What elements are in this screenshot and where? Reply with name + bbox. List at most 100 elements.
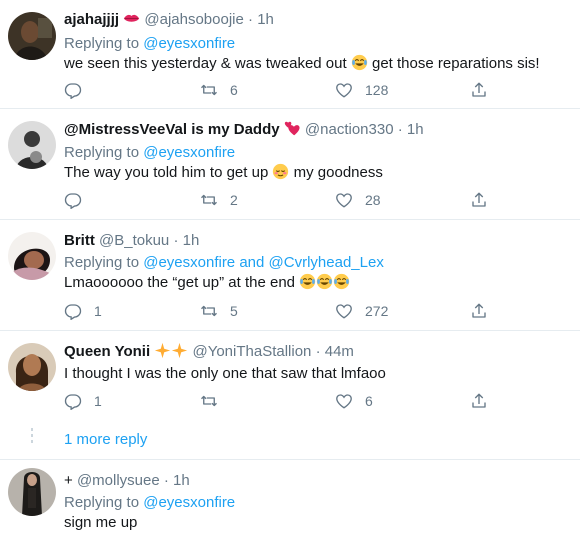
timestamp[interactable]: 1h [257,11,274,28]
user-handle[interactable]: @B_tokuu [99,232,169,249]
like-count: 272 [365,303,389,319]
like-button[interactable]: 128 [335,79,388,101]
reply-button[interactable] [64,189,94,211]
replying-to-label: Replying to [64,494,140,511]
avatar[interactable] [8,121,56,169]
tweet-text-part: Lmaoooooo the “get up” at the end [64,274,296,291]
tweet-text-part: we seen this yesterday & was tweaked out [64,55,347,72]
display-name[interactable]: Queen Yonii [64,343,150,360]
sparkles-emoji-icon [154,342,171,359]
avatar[interactable] [8,468,56,516]
reply-icon [64,394,82,410]
tweet-header: Britt @B_tokuu · 1h [64,231,199,250]
avatar[interactable] [8,12,56,60]
retweet-button[interactable]: 2 [200,189,238,211]
tweet-header: + @mollysuee · 1h [64,471,190,490]
thread-connector [30,428,34,446]
share-button[interactable] [470,300,488,322]
two-hearts-emoji-icon [284,120,301,137]
timestamp[interactable]: 1h [173,472,190,489]
share-icon [472,82,486,97]
lips-emoji-icon [123,10,140,27]
user-handle[interactable]: @ajahsoboojie [144,11,243,28]
like-button[interactable]: 6 [335,390,373,412]
tweet-text-part: sign me up [64,514,138,531]
like-button[interactable]: 272 [335,300,388,322]
reply-icon [64,304,82,320]
timestamp[interactable]: 44m [325,343,354,360]
tweet-ajahajjjj[interactable]: ajahajjjj @ajahsoboojie · 1h Replying to… [0,0,580,108]
retweet-count: 6 [230,82,238,98]
reply-icon [64,83,82,99]
retweet-button[interactable]: 6 [200,79,238,101]
tweet-actions: 6 128 [64,79,564,101]
display-name[interactable]: + [64,472,73,489]
reply-mention-link[interactable]: @eyesxonfire [143,144,235,161]
tweet-actions: 1 5 272 [64,300,564,322]
share-button[interactable] [470,189,488,211]
tweet-text: Lmaoooooo the “get up” at the end [64,273,350,292]
separator-dot: · [397,121,403,138]
reply-button[interactable]: 1 [64,390,102,412]
reply-mention-link[interactable]: @eyesxonfire [143,35,235,52]
reply-button[interactable] [64,79,94,101]
reply-mention-link[interactable]: @eyesxonfire [143,494,235,511]
replying-to-label: Replying to [64,254,140,271]
relieved-blush-emoji-icon [272,163,289,180]
reply-mention-link[interactable]: @Cvrlyhead_Lex [269,254,384,271]
retweet-button[interactable]: 5 [200,300,238,322]
replying-to: Replying to @eyesxonfire [64,34,235,53]
tweet-text: The way you told him to get up my goodne… [64,163,383,182]
tweet-text-part: I thought I was the only one that saw th… [64,365,386,382]
tweet-text: sign me up [64,513,137,532]
separator-dot: · [163,472,169,489]
avatar[interactable] [8,232,56,280]
tweet-header: Queen Yonii @YoniThaStallion · 44m [64,342,354,361]
show-more-replies-link[interactable]: 1 more reply [64,431,147,448]
user-handle[interactable]: @naction330 [305,121,394,138]
timestamp[interactable]: 1h [407,121,424,138]
timestamp[interactable]: 1h [183,232,200,249]
avatar[interactable] [8,343,56,391]
joy-emoji-icon [333,273,350,290]
tweet-text: we seen this yesterday & was tweaked out… [64,54,540,73]
retweet-button[interactable] [200,390,230,412]
user-handle[interactable]: @mollysuee [77,472,160,489]
tweet-actions: 2 28 [64,189,564,211]
joy-emoji-icon [316,273,333,290]
retweet-count: 2 [230,192,238,208]
like-count: 28 [365,192,381,208]
reply-mention-link[interactable]: @eyesxonfire [143,254,235,271]
share-button[interactable] [470,79,488,101]
tweet-header: @MistressVeeVal is my Daddy @naction330 … [64,120,424,139]
tweet-britt[interactable]: Britt @B_tokuu · 1h Replying to @eyesxon… [0,220,580,330]
tweet-header: ajahajjjj @ajahsoboojie · 1h [64,10,274,29]
tweet-mistressveeval[interactable]: @MistressVeeVal is my Daddy @naction330 … [0,109,580,218]
sparkles-emoji-icon [171,342,188,359]
heart-icon [336,304,352,319]
reply-count: 1 [94,303,102,319]
separator-dot: · [173,232,179,249]
display-name[interactable]: Britt [64,232,95,249]
user-handle[interactable]: @YoniThaStallion [192,343,311,360]
retweet-icon [201,194,217,206]
reply-button[interactable]: 1 [64,300,102,322]
joy-emoji-icon [299,273,316,290]
display-name[interactable]: ajahajjjj [64,11,119,28]
tweet-mollysuee[interactable]: + @mollysuee · 1h Replying to @eyesxonfi… [0,460,580,539]
share-icon [472,303,486,318]
like-button[interactable]: 28 [335,189,381,211]
replying-to-label: Replying to [64,35,140,52]
share-icon [472,393,486,408]
share-button[interactable] [470,390,488,412]
tweet-queen-yonii[interactable]: Queen Yonii @YoniThaStallion · 44m I tho… [0,331,580,421]
retweet-icon [201,395,217,407]
replying-to-label: Replying to [64,144,140,161]
tweet-actions: 1 6 [64,390,564,412]
like-count: 128 [365,82,389,98]
display-name[interactable]: @MistressVeeVal is my Daddy [64,121,280,138]
tweet-text-part: my goodness [293,164,383,181]
reply-and-label: and [239,254,265,271]
heart-icon [336,394,352,409]
reply-icon [64,193,82,209]
